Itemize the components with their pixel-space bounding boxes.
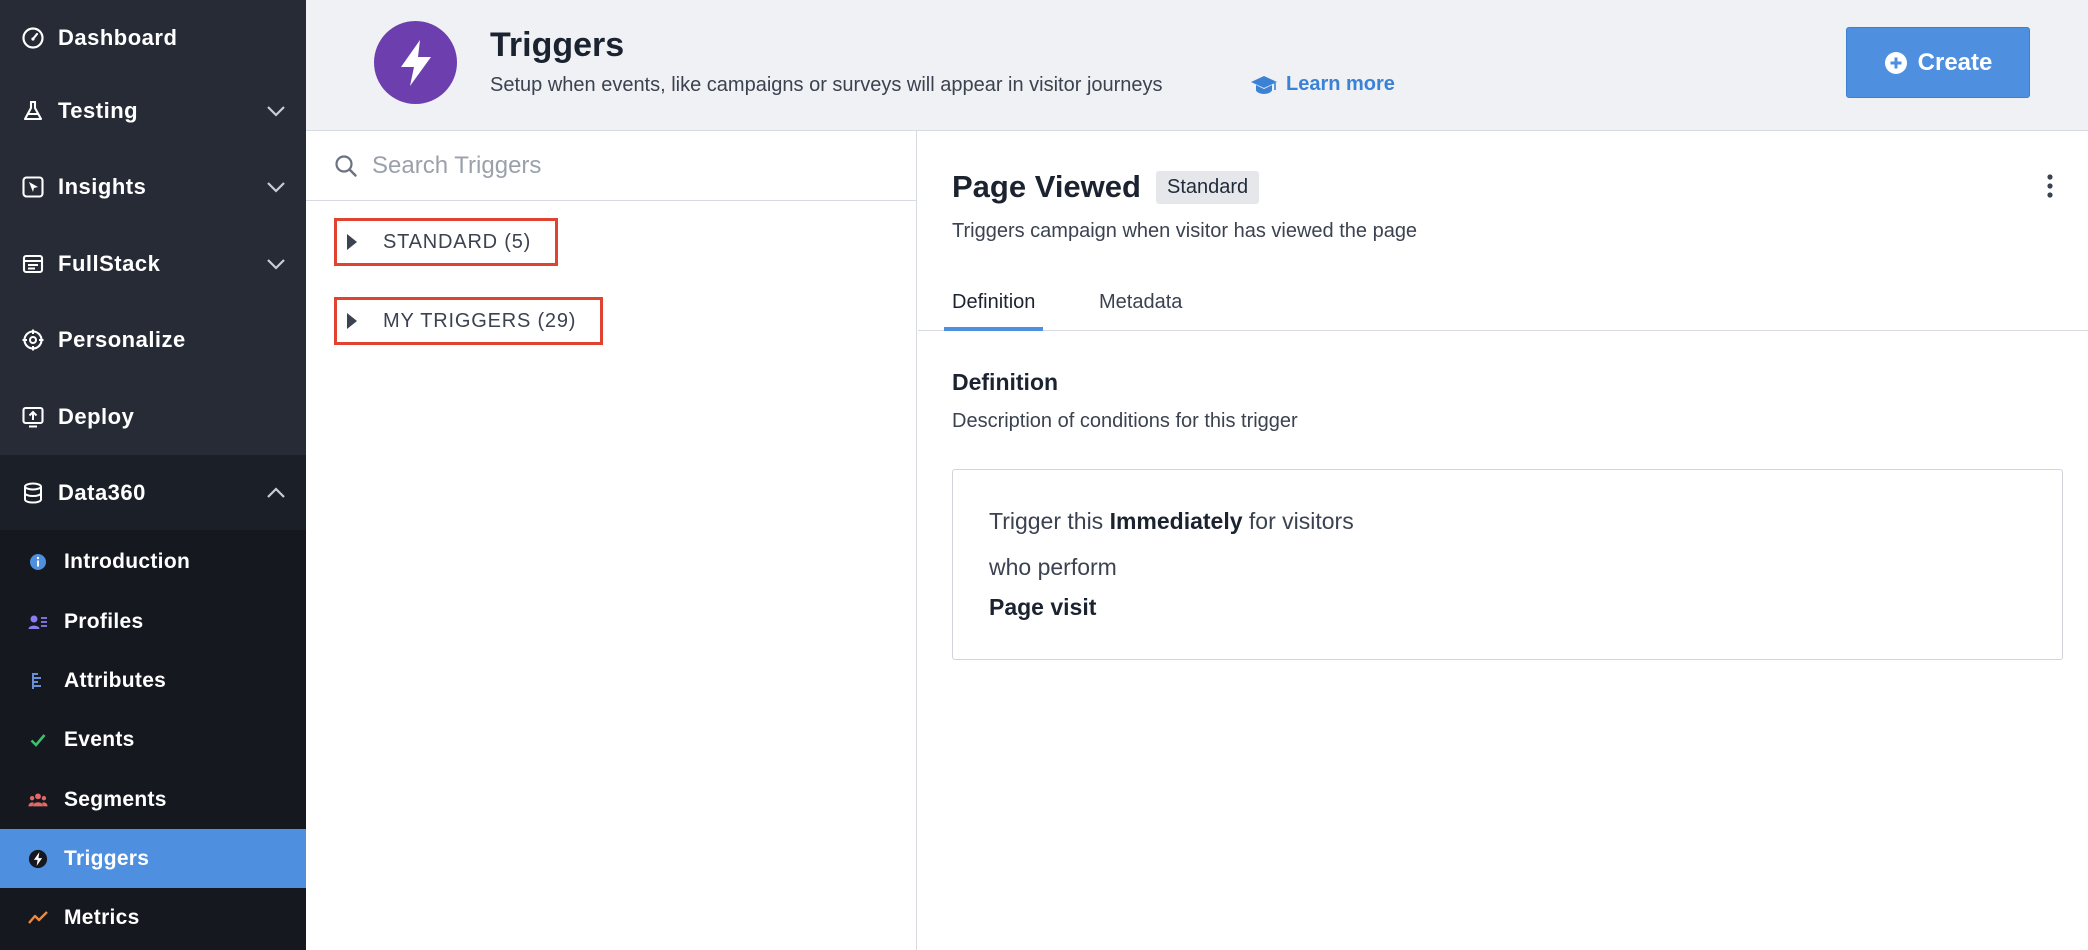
trend-icon <box>28 908 48 928</box>
nav-item-label: Data360 <box>58 480 146 505</box>
tab-definition[interactable]: Definition <box>944 277 1044 331</box>
bolt-icon <box>400 39 431 86</box>
nav-item-personalize[interactable]: Personalize <box>0 302 306 378</box>
database-icon <box>20 480 46 506</box>
nav-item-testing[interactable]: Testing <box>0 73 306 149</box>
sidebar-item-label: Introduction <box>64 549 191 573</box>
nav-item-label: FullStack <box>58 251 161 276</box>
section-title: Definition <box>952 369 1059 395</box>
chevron-down-icon[interactable] <box>264 252 288 276</box>
section-subtitle: Description of conditions for this trigg… <box>952 410 1298 432</box>
plus-circle-icon <box>1884 51 1907 74</box>
trigger-title: Page Viewed <box>952 169 1141 204</box>
definition-box: Trigger this Immediately for visitors wh… <box>952 469 2063 660</box>
check-icon <box>28 730 48 750</box>
nav-item-label: Testing <box>58 98 139 123</box>
search-bar <box>306 131 917 201</box>
gauge-icon <box>20 25 46 51</box>
sidebar-item-segments[interactable]: Segments <box>0 770 306 829</box>
sidebar-item-introduction[interactable]: Introduction <box>0 532 306 591</box>
group-my-triggers[interactable]: MY TRIGGERS (29) <box>334 297 604 345</box>
search-icon <box>335 155 357 177</box>
tab-metadata[interactable]: Metadata <box>1099 277 1182 331</box>
sidebar-item-label: Attributes <box>64 668 167 692</box>
learn-more-label: Learn more <box>1286 73 1395 95</box>
nav-item-label: Deploy <box>58 404 135 429</box>
nav-item-dashboard[interactable]: Dashboard <box>0 0 306 76</box>
crosshair-icon <box>20 327 46 353</box>
profile-list-icon <box>28 612 48 632</box>
definition-prefix: Trigger this <box>989 508 1104 534</box>
sidebar-item-label: Metrics <box>64 905 140 929</box>
sidebar-item-label: Triggers <box>64 846 150 870</box>
triggers-logo <box>374 21 457 104</box>
chevron-down-icon[interactable] <box>264 99 288 123</box>
chevron-up-icon[interactable] <box>264 481 288 505</box>
triggers-list-panel: STANDARD (5) MY TRIGGERS (29) <box>306 131 917 950</box>
page-header: Triggers Setup when events, like campaig… <box>306 0 2088 131</box>
page-title: Triggers <box>490 26 625 64</box>
sidebar-item-metrics[interactable]: Metrics <box>0 888 306 947</box>
nav-item-label: Dashboard <box>58 25 178 50</box>
create-button-label: Create <box>1917 48 1993 76</box>
definition-timing: Immediately <box>1109 508 1243 534</box>
trigger-description: Triggers campaign when visitor has viewe… <box>952 220 1418 242</box>
sidebar-item-label: Profiles <box>64 609 144 633</box>
sidebar-item-triggers[interactable]: Triggers <box>0 829 306 888</box>
nav-item-label: Personalize <box>58 327 186 352</box>
definition-event: Page visit <box>989 594 1097 620</box>
group-standard[interactable]: STANDARD (5) <box>334 218 559 266</box>
group-label: STANDARD (5) <box>383 230 532 253</box>
definition-suffix: for visitors <box>1248 508 1354 534</box>
nav-item-insights[interactable]: Insights <box>0 149 306 225</box>
page-subtitle: Setup when events, like campaigns or sur… <box>490 74 1163 96</box>
graduation-cap-icon <box>1251 75 1277 94</box>
sidebar-item-label: Events <box>64 727 135 751</box>
caret-right-icon <box>347 313 357 329</box>
create-button[interactable]: Create <box>1846 27 2030 98</box>
trigger-detail-panel: Page Viewed Standard Triggers campaign w… <box>918 131 2088 950</box>
tab-label: Definition <box>952 291 1036 313</box>
nav-item-label: Insights <box>58 174 147 199</box>
server-icon <box>20 251 46 277</box>
data360-submenu: Introduction Profiles Attributes Events <box>0 530 306 950</box>
chevron-down-icon[interactable] <box>264 175 288 199</box>
info-icon <box>28 552 48 572</box>
upload-screen-icon <box>20 404 46 430</box>
definition-line-2: who perform <box>989 554 1117 580</box>
nav-item-data360[interactable]: Data360 <box>0 455 306 531</box>
cursor-box-icon <box>20 174 46 200</box>
sidebar-item-label: Segments <box>64 787 167 811</box>
nav-item-deploy[interactable]: Deploy <box>0 379 306 455</box>
sidebar-item-attributes[interactable]: Attributes <box>0 651 306 710</box>
bolt-icon <box>28 849 48 869</box>
sidebar-item-profiles[interactable]: Profiles <box>0 592 306 651</box>
attributes-icon <box>28 671 48 691</box>
more-options-icon[interactable] <box>2040 171 2060 201</box>
learn-more-link[interactable]: Learn more <box>1250 73 1395 96</box>
search-input[interactable] <box>372 147 892 185</box>
sidebar-item-events[interactable]: Events <box>0 710 306 769</box>
detail-tabs: Definition Metadata <box>918 277 2088 331</box>
sidebar: Dashboard Testing Insights FullStack Per… <box>0 0 306 950</box>
caret-right-icon <box>347 234 357 250</box>
tab-label: Metadata <box>1099 291 1183 313</box>
flask-icon <box>20 98 46 124</box>
nav-item-fullstack[interactable]: FullStack <box>0 226 306 302</box>
users-icon <box>28 790 48 810</box>
definition-line: Trigger this Immediately for visitors <box>989 508 1354 535</box>
group-label: MY TRIGGERS (29) <box>383 309 577 332</box>
status-badge: Standard <box>1156 171 1260 204</box>
